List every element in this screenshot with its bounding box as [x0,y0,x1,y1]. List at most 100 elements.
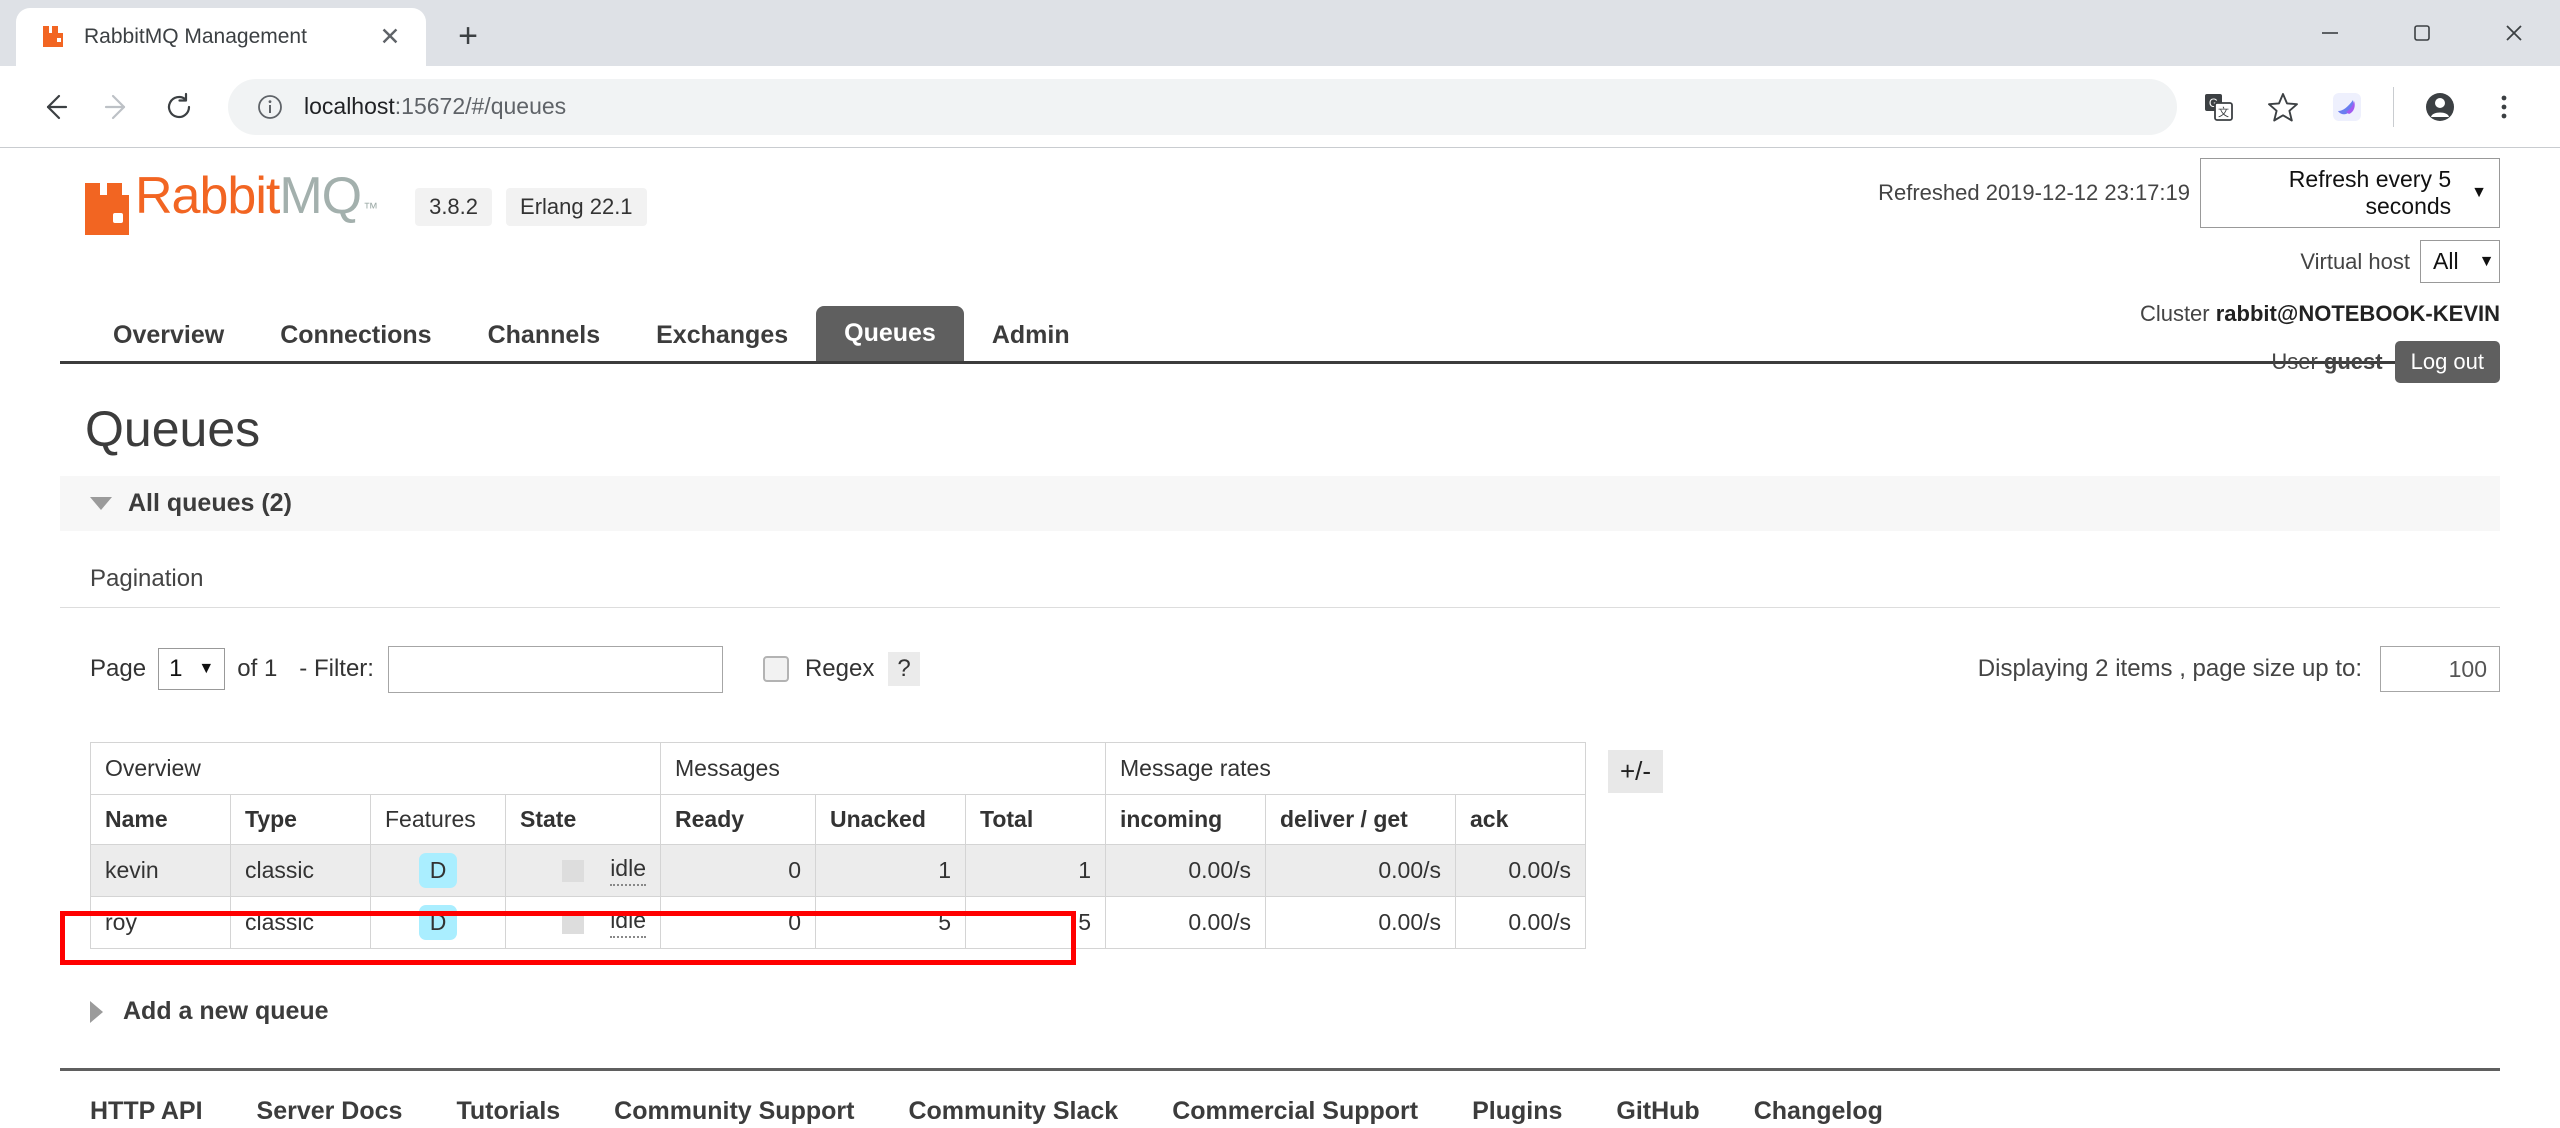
durable-badge: D [418,853,458,888]
translate-icon[interactable]: G 文 [2187,75,2251,139]
column-header-type[interactable]: Type [230,794,371,845]
refresh-row: Refreshed 2019-12-12 23:17:19 Refresh ev… [1878,158,2500,228]
refreshed-timestamp: Refreshed 2019-12-12 23:17:19 [1878,180,2190,205]
queue-incoming-cell: 0.00/s [1105,896,1266,949]
column-header-state[interactable]: State [505,794,661,845]
footer-link-community-support[interactable]: Community Support [614,1097,854,1126]
regex-checkbox[interactable] [762,656,789,682]
bookmark-star-icon[interactable] [2251,75,2315,139]
tab-admin[interactable]: Admin [964,310,1098,361]
tab-overview[interactable]: Overview [85,310,252,361]
cluster-name: rabbit@NOTEBOOK-KEVIN [2215,301,2500,326]
cluster-label: Cluster [2139,301,2210,326]
maximize-window-icon[interactable] [2376,0,2468,66]
site-info-icon[interactable] [254,91,286,123]
queue-unacked-cell: 1 [815,844,966,897]
collapse-triangle-down-icon[interactable] [90,497,112,510]
queue-state-cell: idle [505,896,661,949]
footer-link-tutorials[interactable]: Tutorials [456,1097,560,1126]
group-header-messages: Messages [660,742,1106,795]
footer-link-commercial-support[interactable]: Commercial Support [1172,1097,1418,1126]
rabbitmq-favicon-icon [40,24,66,50]
queue-features-cell: D [370,896,506,949]
table-row[interactable]: roy classic D idle 0 5 5 0.00/s 0.00/s 0… [90,896,1586,949]
tab-queues[interactable]: Queues [816,306,964,361]
column-header-total[interactable]: Total [965,794,1106,845]
logo-mq-text: MQ [279,167,362,225]
queue-state-cell: idle [505,844,661,897]
column-header-ready[interactable]: Ready [660,794,816,845]
tab-exchanges[interactable]: Exchanges [628,310,816,361]
extension-icon[interactable] [2315,75,2379,139]
expand-triangle-right-icon[interactable] [90,1000,103,1023]
column-header-unacked[interactable]: Unacked [815,794,966,845]
queue-ready-cell: 0 [660,896,816,949]
footer-link-changelog[interactable]: Changelog [1754,1097,1883,1126]
page-title: Queues [85,401,261,457]
queue-name-cell[interactable]: roy [90,896,231,949]
queue-total-cell: 1 [965,844,1106,897]
new-tab-button[interactable]: + [440,8,496,64]
tab-channels[interactable]: Channels [460,310,629,361]
state-indicator-icon [562,859,585,882]
back-button-icon[interactable] [24,76,86,138]
group-header-message-rates: Message rates [1105,742,1586,795]
regex-help-icon[interactable]: ? [888,652,920,686]
column-header-deliver-get[interactable]: deliver / get [1265,794,1456,845]
group-header-overview: Overview [90,742,661,795]
vhost-select[interactable]: All ▼ [2420,240,2500,283]
queue-total-cell: 5 [965,896,1106,949]
page-total-label: of 1 [237,655,278,682]
profile-avatar-icon[interactable] [2408,75,2472,139]
footer-link-server-docs[interactable]: Server Docs [257,1097,403,1126]
regex-label: Regex [804,655,875,682]
svg-text:文: 文 [2218,105,2229,119]
column-header-ack[interactable]: ack [1455,794,1586,845]
tab-connections[interactable]: Connections [252,310,459,361]
toggle-columns-button[interactable]: +/- [1608,750,1664,793]
all-queues-section-header[interactable]: All queues (2) [60,476,2500,531]
filter-input[interactable] [387,645,723,693]
footer-link-community-slack[interactable]: Community Slack [908,1097,1118,1126]
queues-table: Overview Messages Message rates Name Typ… [90,742,1586,949]
page-word-label: Page [90,655,147,682]
rabbitmq-page: RabbitMQ ™ 3.8.2 Erlang 22.1 Refreshed 20… [0,148,2560,1128]
queue-name-cell[interactable]: kevin [90,844,231,897]
header-right-panel: Refreshed 2019-12-12 23:17:19 Refresh ev… [1878,158,2500,383]
page-number-value: 1 [169,655,183,682]
queue-ready-cell: 0 [660,844,816,897]
reload-button-icon[interactable] [148,76,210,138]
add-new-queue-section[interactable]: Add a new queue [60,997,2500,1026]
address-bar-url: localhost:15672/#/queues [304,93,566,120]
close-tab-icon[interactable]: ✕ [372,19,408,55]
page-size-input[interactable] [2380,646,2500,692]
refresh-interval-select[interactable]: Refresh every 5 seconds ▼ [2200,158,2500,228]
pagination-label: Pagination [90,565,204,592]
address-bar[interactable]: localhost:15672/#/queues [228,78,2177,135]
logout-button[interactable]: Log out [2394,341,2500,383]
queue-ack-cell: 0.00/s [1455,844,1586,897]
chevron-down-icon: ▼ [2478,252,2495,270]
browser-tab[interactable]: RabbitMQ Management ✕ [16,8,426,66]
state-indicator-icon [562,911,585,934]
footer-link-http-api[interactable]: HTTP API [90,1097,203,1126]
table-row[interactable]: kevin classic D idle 0 1 1 0.00/s 0.00/s… [90,844,1586,897]
browser-menu-icon[interactable] [2472,75,2536,139]
column-header-incoming[interactable]: incoming [1105,794,1266,845]
user-label: User [2271,349,2318,374]
column-header-name[interactable]: Name [90,794,231,845]
logo-area: RabbitMQ ™ 3.8.2 Erlang 22.1 [85,170,647,235]
vhost-label: Virtual host [2300,248,2410,274]
footer-links: HTTP API Server Docs Tutorials Community… [60,1068,2500,1126]
footer-link-plugins[interactable]: Plugins [1472,1097,1562,1126]
forward-button-icon[interactable] [86,76,148,138]
displaying-label: Displaying 2 items , page size up to: [1977,655,2362,682]
logo-rabbit-text: Rabbit [135,167,280,225]
page-content: RabbitMQ ™ 3.8.2 Erlang 22.1 Refreshed 20… [60,148,2500,1126]
vhost-value: All [2433,248,2459,274]
footer-link-github[interactable]: GitHub [1616,1097,1699,1126]
minimize-window-icon[interactable] [2284,0,2376,66]
page-number-select[interactable]: 1 ▼ [158,648,226,690]
toolbar-divider [2393,86,2394,127]
close-window-icon[interactable] [2468,0,2560,66]
